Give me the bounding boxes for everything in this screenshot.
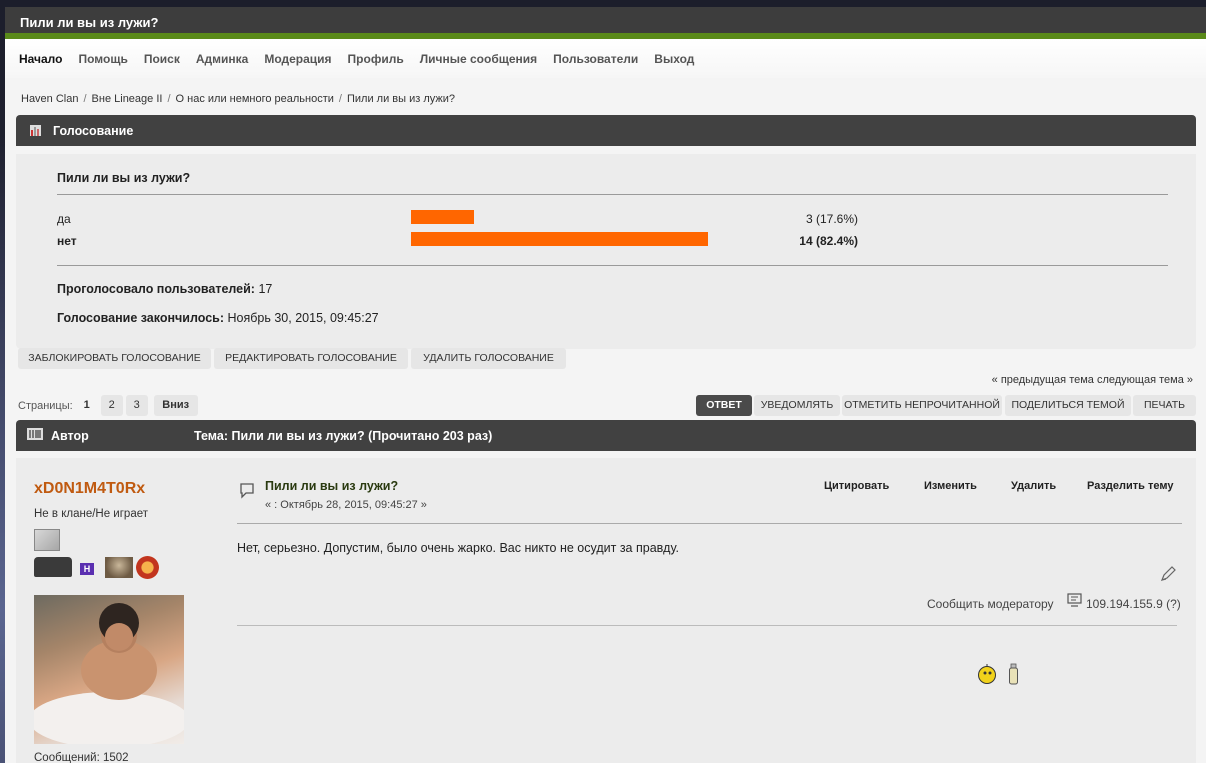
poll-option-bar: [411, 232, 708, 246]
author-column-label: Автор: [51, 428, 89, 443]
topic-title: Тема: Пили ли вы из лужи? (Прочитано 203…: [194, 428, 493, 443]
author-status: Не в клане/Не играет: [34, 508, 148, 520]
poll-box: Пили ли вы из лужи? да 3 (17.6%) нет 14 …: [16, 154, 1196, 349]
ip-icon: [1067, 593, 1083, 610]
delete-button[interactable]: Удалить: [1011, 480, 1056, 492]
poll-option-value: 14 (82.4%): [799, 234, 858, 248]
poll-chart-icon: [30, 125, 41, 136]
avatar: [29, 595, 189, 748]
main-menu: Начало Помощь Поиск Админка Модерация Пр…: [5, 39, 1206, 78]
divider: [57, 265, 1168, 266]
warrior-icon: [105, 557, 133, 578]
delete-poll-button[interactable]: Удалить голосование: [411, 348, 566, 369]
menu-item-home[interactable]: Начало: [19, 52, 62, 66]
post-title[interactable]: Пили ли вы из лужи?: [265, 479, 398, 493]
topic-header: Автор Тема: Пили ли вы из лужи? (Прочита…: [16, 420, 1196, 451]
post-date: « : Октябрь 28, 2015, 09:45:27 »: [265, 499, 427, 511]
menu-item-users[interactable]: Пользователи: [553, 52, 638, 66]
poll-option-label: нет: [57, 234, 77, 248]
divider: [237, 625, 1177, 626]
poll-header-title: Голосование: [53, 123, 134, 138]
reply-button[interactable]: Ответ: [696, 395, 752, 416]
split-topic-button[interactable]: Разделить тему: [1087, 480, 1173, 492]
menu-item-help[interactable]: Помощь: [78, 52, 127, 66]
breadcrumb-subboard[interactable]: О нас или немного реальности: [176, 93, 334, 105]
page-link[interactable]: 2: [100, 395, 123, 416]
poll-ended: Голосование закончилось: Ноябрь 30, 2015…: [57, 311, 379, 325]
bottle-icon: [1008, 663, 1020, 688]
post-body: Нет, серьезно. Допустим, было очень жарк…: [237, 541, 679, 555]
go-down-button[interactable]: Вниз: [153, 395, 198, 416]
breadcrumb-topic[interactable]: Пили ли вы из лужи?: [347, 93, 455, 105]
menu-item-moderation[interactable]: Модерация: [264, 52, 331, 66]
quote-button[interactable]: Цитировать: [824, 480, 889, 492]
window-title: Пили ли вы из лужи?: [5, 7, 1206, 39]
post: xD0N1M4T0Rx Не в клане/Не играет H Сообщ…: [16, 458, 1196, 763]
pagination: Страницы: 1 2 3 Вниз: [18, 395, 198, 416]
breadcrumb-board[interactable]: Вне Lineage II: [92, 93, 163, 105]
print-button[interactable]: Печать: [1133, 395, 1196, 416]
pages-label: Страницы:: [18, 399, 73, 412]
speech-bubble-icon: [239, 482, 255, 502]
poll-header: Голосование: [16, 115, 1196, 146]
share-topic-button[interactable]: Поделиться темой: [1005, 395, 1131, 416]
page-link[interactable]: 1: [76, 395, 98, 416]
page-link[interactable]: 3: [125, 395, 148, 416]
breadcrumb-home[interactable]: Haven Clan: [21, 93, 78, 105]
rank-icon: [34, 529, 60, 551]
mark-unread-button[interactable]: Отметить непрочитанной: [842, 395, 1002, 416]
poll-voters: Проголосовало пользователей: 17: [57, 282, 273, 296]
divider: [57, 194, 1168, 195]
emblem-icon: [136, 556, 159, 579]
poll-option-value: 3 (17.6%): [805, 212, 858, 226]
sofa-icon: [34, 557, 72, 577]
menu-item-search[interactable]: Поиск: [144, 52, 180, 66]
report-to-moderator-link[interactable]: Сообщить модератору: [927, 597, 1054, 611]
modify-button[interactable]: Изменить: [924, 480, 977, 492]
post-author[interactable]: xD0N1M4T0Rx: [34, 480, 145, 498]
lock-poll-button[interactable]: Заблокировать голосование: [18, 348, 211, 369]
menu-item-profile[interactable]: Профиль: [348, 52, 404, 66]
pencil-icon[interactable]: [1159, 565, 1177, 586]
breadcrumb: Haven Clan / Вне Lineage II / О нас или немн…: [21, 93, 455, 105]
topic-navigation[interactable]: « предыдущая тема следующая тема »: [992, 374, 1193, 386]
poll-question: Пили ли вы из лужи?: [57, 171, 191, 185]
notify-button[interactable]: Уведомлять: [754, 395, 840, 416]
ip-address[interactable]: 109.194.155.9 (?): [1086, 597, 1181, 611]
menu-item-logout[interactable]: Выход: [654, 52, 694, 66]
poll-option-bar: [411, 210, 474, 224]
topic-icon: [27, 428, 43, 443]
divider: [237, 523, 1182, 524]
poll-option-label: да: [57, 212, 71, 226]
menu-item-admin[interactable]: Админка: [196, 52, 248, 66]
smiley-icon: [976, 663, 998, 688]
edit-poll-button[interactable]: Редактировать голосование: [214, 348, 408, 369]
forum-page: Пили ли вы из лужи? Начало Помощь Поиск …: [5, 7, 1206, 763]
h-icon: H: [80, 563, 94, 575]
author-message-count: Сообщений: 1502: [34, 752, 129, 763]
menu-item-messages[interactable]: Личные сообщения: [420, 52, 537, 66]
